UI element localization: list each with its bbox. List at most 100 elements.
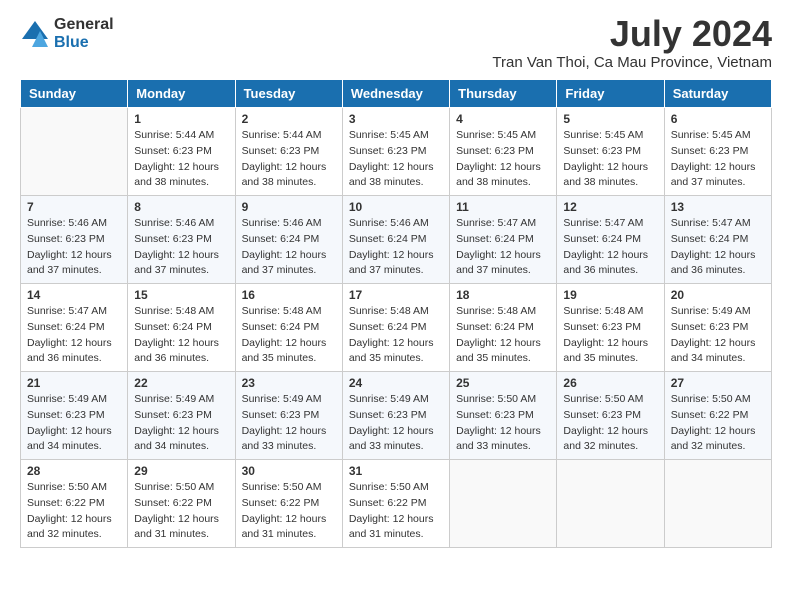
day-cell: 6 Sunrise: 5:45 AM Sunset: 6:23 PM Daylig… <box>664 108 771 196</box>
day-info: Sunrise: 5:48 AM Sunset: 6:24 PM Dayligh… <box>134 304 228 367</box>
day-cell: 30Sunrise: 5:50 AM Sunset: 6:22 PM Dayli… <box>235 460 342 548</box>
day-cell: 7 Sunrise: 5:46 AM Sunset: 6:23 PM Daylig… <box>21 196 128 284</box>
day-number: 29 <box>134 464 228 478</box>
week-row-4: 21 Sunrise: 5:49 AM Sunset: 6:23 PM Dayli… <box>21 372 772 460</box>
day-cell: 11 Sunrise: 5:47 AM Sunset: 6:24 PM Dayli… <box>450 196 557 284</box>
day-info: Sunrise: 5:44 AM Sunset: 6:23 PM Dayligh… <box>134 128 228 191</box>
day-info: Sunrise: 5:45 AM Sunset: 6:23 PM Dayligh… <box>671 128 765 191</box>
day-info: Sunrise: 5:44 AM Sunset: 6:23 PM Dayligh… <box>242 128 336 191</box>
day-cell: 26Sunrise: 5:50 AM Sunset: 6:23 PM Dayli… <box>557 372 664 460</box>
day-cell: 22Sunrise: 5:49 AM Sunset: 6:23 PM Dayli… <box>128 372 235 460</box>
day-number: 17 <box>349 288 443 302</box>
day-cell: 21 Sunrise: 5:49 AM Sunset: 6:23 PM Dayli… <box>21 372 128 460</box>
day-cell: 2Sunrise: 5:44 AM Sunset: 6:23 PM Daylig… <box>235 108 342 196</box>
day-cell: 27 Sunrise: 5:50 AM Sunset: 6:22 PM Dayli… <box>664 372 771 460</box>
day-number: 23 <box>242 376 336 390</box>
day-cell: 10Sunrise: 5:46 AM Sunset: 6:24 PM Dayli… <box>342 196 449 284</box>
day-info: Sunrise: 5:49 AM Sunset: 6:23 PM Dayligh… <box>27 392 121 455</box>
day-number: 12 <box>563 200 657 214</box>
day-cell: 17 Sunrise: 5:48 AM Sunset: 6:24 PM Dayli… <box>342 284 449 372</box>
header-row: SundayMondayTuesdayWednesdayThursdayFrid… <box>21 80 772 108</box>
day-number: 8 <box>134 200 228 214</box>
day-number: 15 <box>134 288 228 302</box>
day-cell: 25Sunrise: 5:50 AM Sunset: 6:23 PM Dayli… <box>450 372 557 460</box>
logo-icon <box>20 19 50 49</box>
day-info: Sunrise: 5:45 AM Sunset: 6:23 PM Dayligh… <box>563 128 657 191</box>
calendar-header: SundayMondayTuesdayWednesdayThursdayFrid… <box>21 80 772 108</box>
logo: General Blue <box>20 16 114 51</box>
title-block: July 2024 Tran Van Thoi, Ca Mau Province… <box>492 16 772 71</box>
day-info: Sunrise: 5:47 AM Sunset: 6:24 PM Dayligh… <box>456 216 550 279</box>
day-number: 16 <box>242 288 336 302</box>
day-cell: 9Sunrise: 5:46 AM Sunset: 6:24 PM Daylig… <box>235 196 342 284</box>
day-number: 31 <box>349 464 443 478</box>
day-number: 21 <box>27 376 121 390</box>
day-info: Sunrise: 5:50 AM Sunset: 6:23 PM Dayligh… <box>456 392 550 455</box>
day-cell: 5 Sunrise: 5:45 AM Sunset: 6:23 PM Daylig… <box>557 108 664 196</box>
day-cell: 24 Sunrise: 5:49 AM Sunset: 6:23 PM Dayli… <box>342 372 449 460</box>
day-number: 18 <box>456 288 550 302</box>
day-cell <box>450 460 557 548</box>
week-row-3: 14 Sunrise: 5:47 AM Sunset: 6:24 PM Dayli… <box>21 284 772 372</box>
header-day-saturday: Saturday <box>664 80 771 108</box>
day-cell: 18Sunrise: 5:48 AM Sunset: 6:24 PM Dayli… <box>450 284 557 372</box>
day-number: 28 <box>27 464 121 478</box>
location-subtitle: Tran Van Thoi, Ca Mau Province, Vietnam <box>492 54 772 71</box>
page-header: General Blue July 2024 Tran Van Thoi, Ca… <box>20 16 772 71</box>
day-cell: 16 Sunrise: 5:48 AM Sunset: 6:24 PM Dayli… <box>235 284 342 372</box>
day-info: Sunrise: 5:50 AM Sunset: 6:22 PM Dayligh… <box>349 480 443 543</box>
day-info: Sunrise: 5:45 AM Sunset: 6:23 PM Dayligh… <box>456 128 550 191</box>
day-cell: 14 Sunrise: 5:47 AM Sunset: 6:24 PM Dayli… <box>21 284 128 372</box>
day-number: 24 <box>349 376 443 390</box>
day-cell <box>664 460 771 548</box>
day-cell: 15 Sunrise: 5:48 AM Sunset: 6:24 PM Dayli… <box>128 284 235 372</box>
day-cell: 23 Sunrise: 5:49 AM Sunset: 6:23 PM Dayli… <box>235 372 342 460</box>
day-cell: 20 Sunrise: 5:49 AM Sunset: 6:23 PM Dayli… <box>664 284 771 372</box>
header-day-monday: Monday <box>128 80 235 108</box>
day-number: 27 <box>671 376 765 390</box>
day-info: Sunrise: 5:47 AM Sunset: 6:24 PM Dayligh… <box>27 304 121 367</box>
day-info: Sunrise: 5:49 AM Sunset: 6:23 PM Dayligh… <box>671 304 765 367</box>
header-day-wednesday: Wednesday <box>342 80 449 108</box>
day-info: Sunrise: 5:50 AM Sunset: 6:22 PM Dayligh… <box>27 480 121 543</box>
day-number: 3 <box>349 112 443 126</box>
day-number: 11 <box>456 200 550 214</box>
header-day-friday: Friday <box>557 80 664 108</box>
day-number: 22 <box>134 376 228 390</box>
day-number: 7 <box>27 200 121 214</box>
header-day-tuesday: Tuesday <box>235 80 342 108</box>
day-info: Sunrise: 5:46 AM Sunset: 6:24 PM Dayligh… <box>349 216 443 279</box>
day-cell: 1 Sunrise: 5:44 AM Sunset: 6:23 PM Daylig… <box>128 108 235 196</box>
calendar-body: 1 Sunrise: 5:44 AM Sunset: 6:23 PM Daylig… <box>21 108 772 548</box>
day-number: 13 <box>671 200 765 214</box>
day-cell: 4 Sunrise: 5:45 AM Sunset: 6:23 PM Daylig… <box>450 108 557 196</box>
logo-blue-text: Blue <box>54 34 114 52</box>
week-row-5: 28 Sunrise: 5:50 AM Sunset: 6:22 PM Dayli… <box>21 460 772 548</box>
day-info: Sunrise: 5:48 AM Sunset: 6:24 PM Dayligh… <box>242 304 336 367</box>
day-number: 6 <box>671 112 765 126</box>
day-number: 30 <box>242 464 336 478</box>
day-info: Sunrise: 5:46 AM Sunset: 6:23 PM Dayligh… <box>27 216 121 279</box>
day-cell: 3Sunrise: 5:45 AM Sunset: 6:23 PM Daylig… <box>342 108 449 196</box>
day-cell: 8 Sunrise: 5:46 AM Sunset: 6:23 PM Daylig… <box>128 196 235 284</box>
day-cell: 19Sunrise: 5:48 AM Sunset: 6:23 PM Dayli… <box>557 284 664 372</box>
day-number: 1 <box>134 112 228 126</box>
day-info: Sunrise: 5:50 AM Sunset: 6:23 PM Dayligh… <box>563 392 657 455</box>
day-number: 14 <box>27 288 121 302</box>
day-number: 5 <box>563 112 657 126</box>
day-info: Sunrise: 5:47 AM Sunset: 6:24 PM Dayligh… <box>671 216 765 279</box>
day-info: Sunrise: 5:46 AM Sunset: 6:23 PM Dayligh… <box>134 216 228 279</box>
day-cell: 29 Sunrise: 5:50 AM Sunset: 6:22 PM Dayli… <box>128 460 235 548</box>
day-info: Sunrise: 5:50 AM Sunset: 6:22 PM Dayligh… <box>134 480 228 543</box>
day-info: Sunrise: 5:48 AM Sunset: 6:24 PM Dayligh… <box>349 304 443 367</box>
day-info: Sunrise: 5:49 AM Sunset: 6:23 PM Dayligh… <box>349 392 443 455</box>
calendar-table: SundayMondayTuesdayWednesdayThursdayFrid… <box>20 79 772 548</box>
day-number: 20 <box>671 288 765 302</box>
day-info: Sunrise: 5:50 AM Sunset: 6:22 PM Dayligh… <box>671 392 765 455</box>
day-cell <box>21 108 128 196</box>
logo-general-text: General <box>54 16 114 34</box>
day-number: 9 <box>242 200 336 214</box>
day-cell <box>557 460 664 548</box>
day-info: Sunrise: 5:49 AM Sunset: 6:23 PM Dayligh… <box>242 392 336 455</box>
day-number: 4 <box>456 112 550 126</box>
